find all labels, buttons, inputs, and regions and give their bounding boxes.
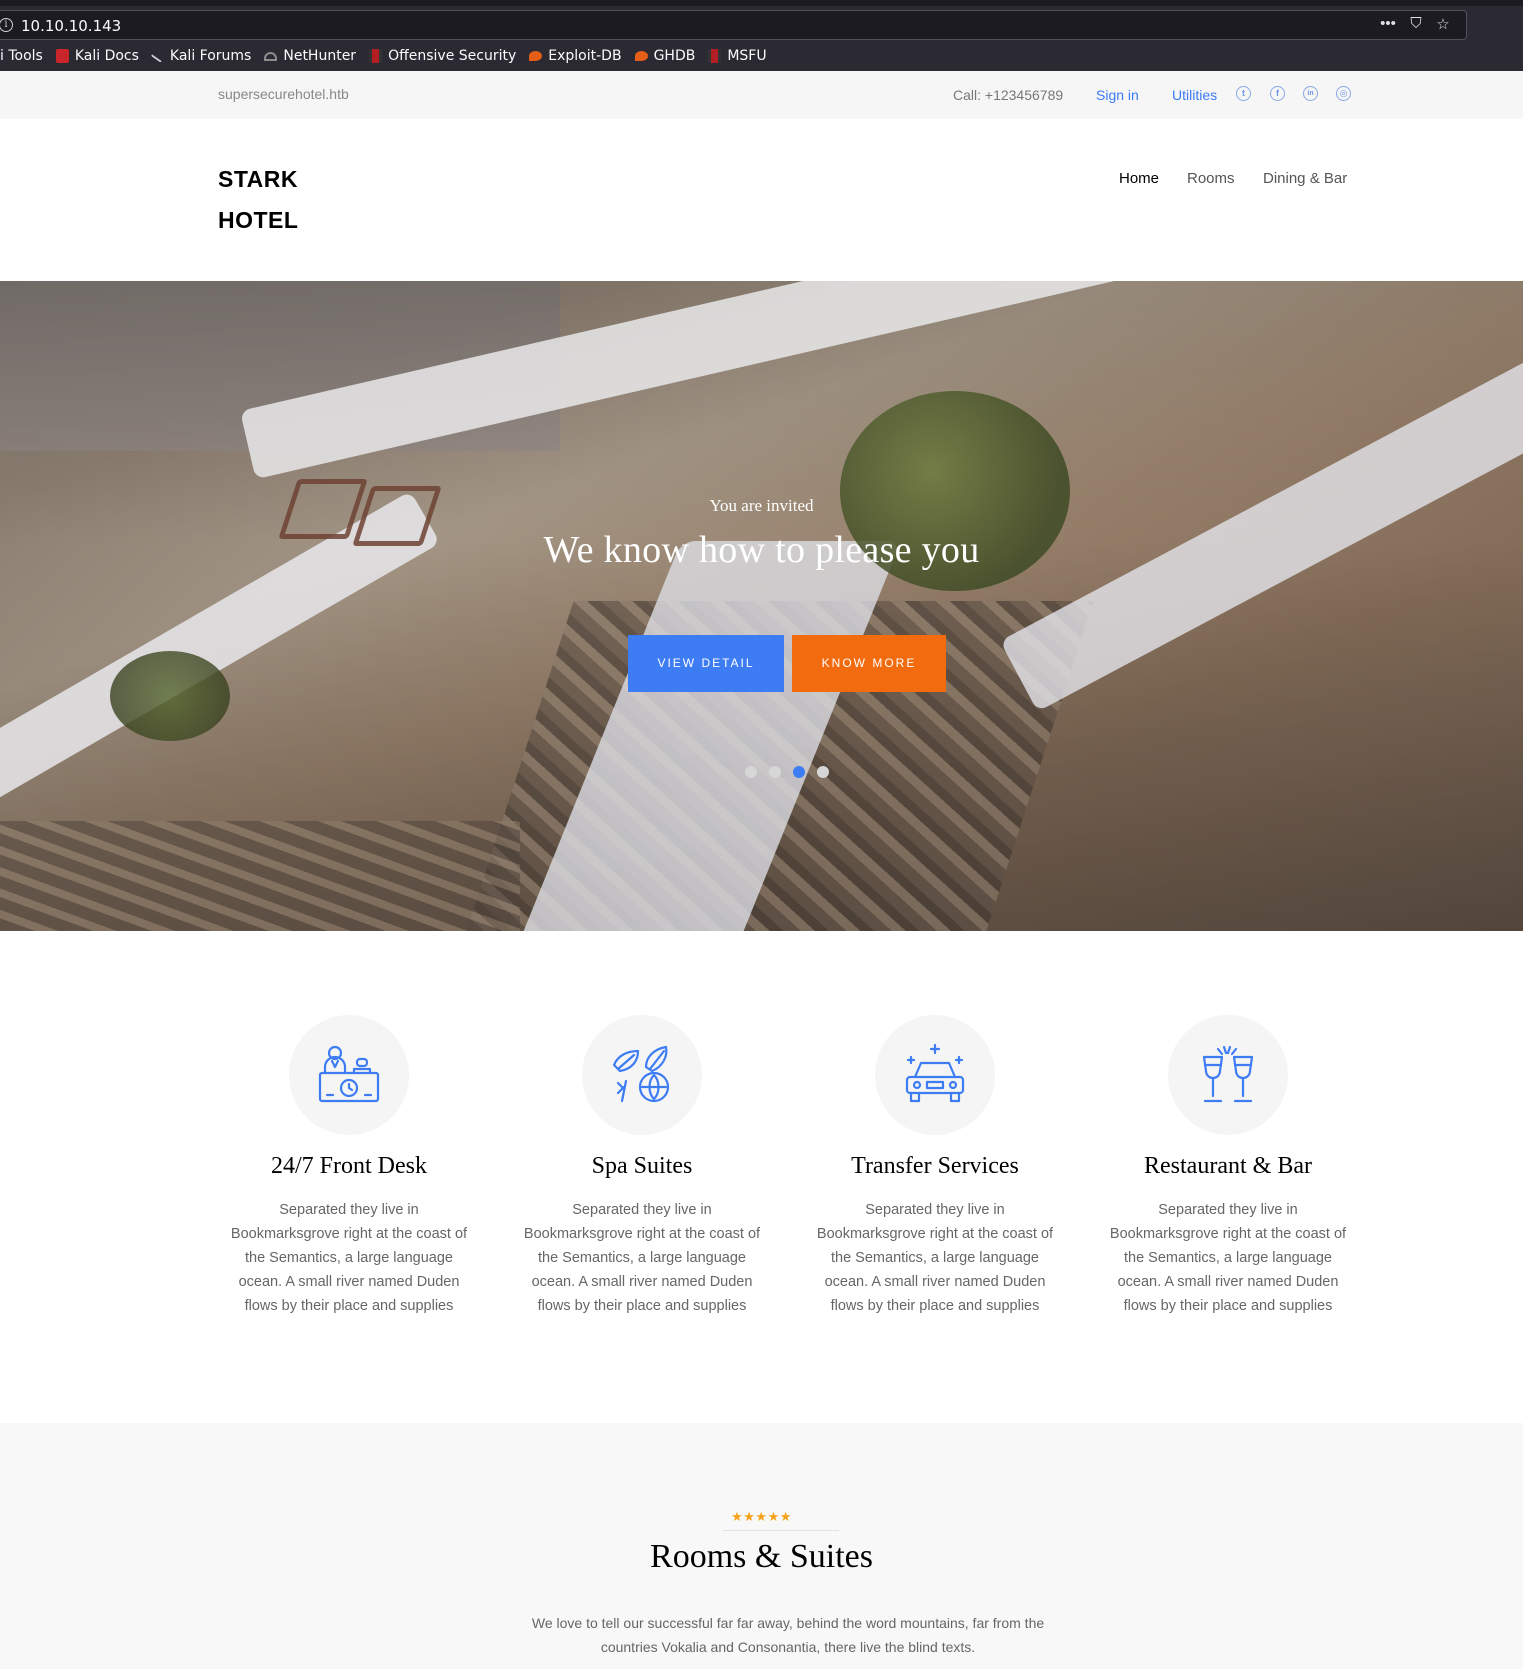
bookmark-label: NetHunter <box>283 48 357 64</box>
exploit-db-icon <box>634 51 648 61</box>
service-card: Restaurant & Bar Separated they live in … <box>1103 1015 1353 1318</box>
site-domain: supersecurehotel.htb <box>218 86 349 102</box>
service-icon-circle <box>582 1015 702 1135</box>
car-icon <box>905 1043 965 1103</box>
linkedin-icon[interactable]: in <box>1303 86 1318 101</box>
nethunter-icon <box>264 51 278 61</box>
bookmark-label: Kali Forums <box>169 48 252 64</box>
bookmark-star-icon[interactable]: ☆ <box>1432 15 1454 33</box>
slider-dot[interactable] <box>769 766 781 778</box>
service-description: Separated they live in Bookmarksgrove ri… <box>1109 1202 1347 1314</box>
hero-slider: You are invited We know how to please yo… <box>0 281 1523 931</box>
bookmark-label: Offensive Security <box>388 48 517 64</box>
service-title: Restaurant & Bar <box>1144 1153 1312 1179</box>
pocket-icon[interactable]: ⛉ <box>1405 15 1427 32</box>
bookmark-label: Exploit-DB <box>548 48 622 64</box>
utilities-link[interactable]: Utilities <box>1172 87 1217 103</box>
bookmark-label: Kali Docs <box>74 48 139 64</box>
nav-dining-bar[interactable]: Dining & Bar <box>1263 170 1347 187</box>
hero-bg-stone <box>0 821 520 931</box>
service-icon-circle <box>875 1015 995 1135</box>
bookmark-label: MSFU <box>727 48 767 64</box>
bookmark-nethunter[interactable]: NetHunter <box>264 48 356 64</box>
nav-rooms[interactable]: Rooms <box>1187 170 1235 187</box>
kali-dragon-icon <box>150 49 166 63</box>
site-info-icon[interactable]: i <box>0 18 13 32</box>
phone-number: Call: +123456789 <box>953 87 1064 103</box>
site-logo[interactable]: STARK HOTEL <box>218 159 338 241</box>
section-title: Rooms & Suites <box>650 1538 873 1575</box>
bookmark-ghdb[interactable]: GHDB <box>634 48 696 64</box>
service-card: Transfer Services Separated they live in… <box>810 1015 1060 1318</box>
bookmarks-toolbar: i Tools Kali Docs Kali Forums NetHunter … <box>0 45 780 67</box>
bookmark-kali-tools[interactable]: i Tools <box>0 48 43 64</box>
tab-strip <box>0 0 1523 6</box>
kali-docs-icon <box>55 49 69 63</box>
bookmark-msfu[interactable]: MSFU <box>708 48 767 64</box>
site-header: STARK HOTEL Home Rooms Dining & Bar <box>0 119 1523 281</box>
facebook-icon[interactable]: f <box>1270 86 1285 101</box>
sign-in-link[interactable]: Sign in <box>1096 87 1139 103</box>
page-actions-icon[interactable]: ••• <box>1377 15 1399 32</box>
rating-stars-icon: ★★★★★ <box>731 1509 792 1524</box>
bookmark-kali-forums[interactable]: Kali Forums <box>150 48 252 64</box>
offsec-icon <box>708 49 722 63</box>
slider-dot[interactable] <box>817 766 829 778</box>
bookmark-label: i Tools <box>0 48 43 64</box>
slider-dot[interactable] <box>745 766 757 778</box>
bookmark-exploit-db[interactable]: Exploit-DB <box>529 48 622 64</box>
bookmark-offensive-security[interactable]: Offensive Security <box>369 48 516 64</box>
service-card: 24/7 Front Desk Separated they live in B… <box>224 1015 474 1318</box>
service-icon-circle <box>1168 1015 1288 1135</box>
wine-glasses-icon <box>1202 1045 1254 1103</box>
service-icon-circle <box>289 1015 409 1135</box>
service-title: Spa Suites <box>591 1153 693 1179</box>
slider-dot-active[interactable] <box>793 766 805 778</box>
service-description: Separated they live in Bookmarksgrove ri… <box>816 1202 1054 1314</box>
dribbble-icon[interactable]: ◎ <box>1336 86 1351 101</box>
service-description: Separated they live in Bookmarksgrove ri… <box>523 1202 761 1314</box>
rooms-section: ★★★★★ Rooms & Suites We love to tell our… <box>0 1423 1523 1669</box>
divider <box>723 1530 839 1531</box>
front-desk-icon <box>318 1045 380 1103</box>
service-card: Spa Suites Separated they live in Bookma… <box>517 1015 767 1318</box>
bookmark-label: GHDB <box>653 48 696 64</box>
know-more-button[interactable]: Know More <box>792 635 946 692</box>
services-section: 24/7 Front Desk Separated they live in B… <box>0 931 1523 1423</box>
service-title: 24/7 Front Desk <box>271 1153 427 1179</box>
offsec-icon <box>369 49 383 63</box>
service-title: Transfer Services <box>851 1153 1019 1179</box>
spa-leaves-icon <box>612 1045 670 1103</box>
nav-home[interactable]: Home <box>1119 170 1159 187</box>
twitter-icon[interactable]: t <box>1236 86 1251 101</box>
hero-bg-bush <box>110 651 230 741</box>
service-description: Separated they live in Bookmarksgrove ri… <box>230 1202 468 1314</box>
browser-chrome: i 10.10.10.143 ••• ⛉ ☆ i Tools Kali Docs… <box>0 0 1523 71</box>
url-bar[interactable]: i 10.10.10.143 ••• ⛉ ☆ <box>0 10 1467 40</box>
bookmark-kali-docs[interactable]: Kali Docs <box>55 48 139 64</box>
exploit-db-icon <box>529 51 543 61</box>
hero-subtitle: You are invited <box>709 496 814 515</box>
top-info-bar: supersecurehotel.htb Call: +123456789 Si… <box>0 71 1523 119</box>
url-text[interactable]: 10.10.10.143 <box>21 17 121 35</box>
section-description: We love to tell our successful far far a… <box>531 1615 1045 1655</box>
hero-title: We know how to please you <box>543 529 980 571</box>
view-detail-button[interactable]: View Detail <box>628 635 784 692</box>
